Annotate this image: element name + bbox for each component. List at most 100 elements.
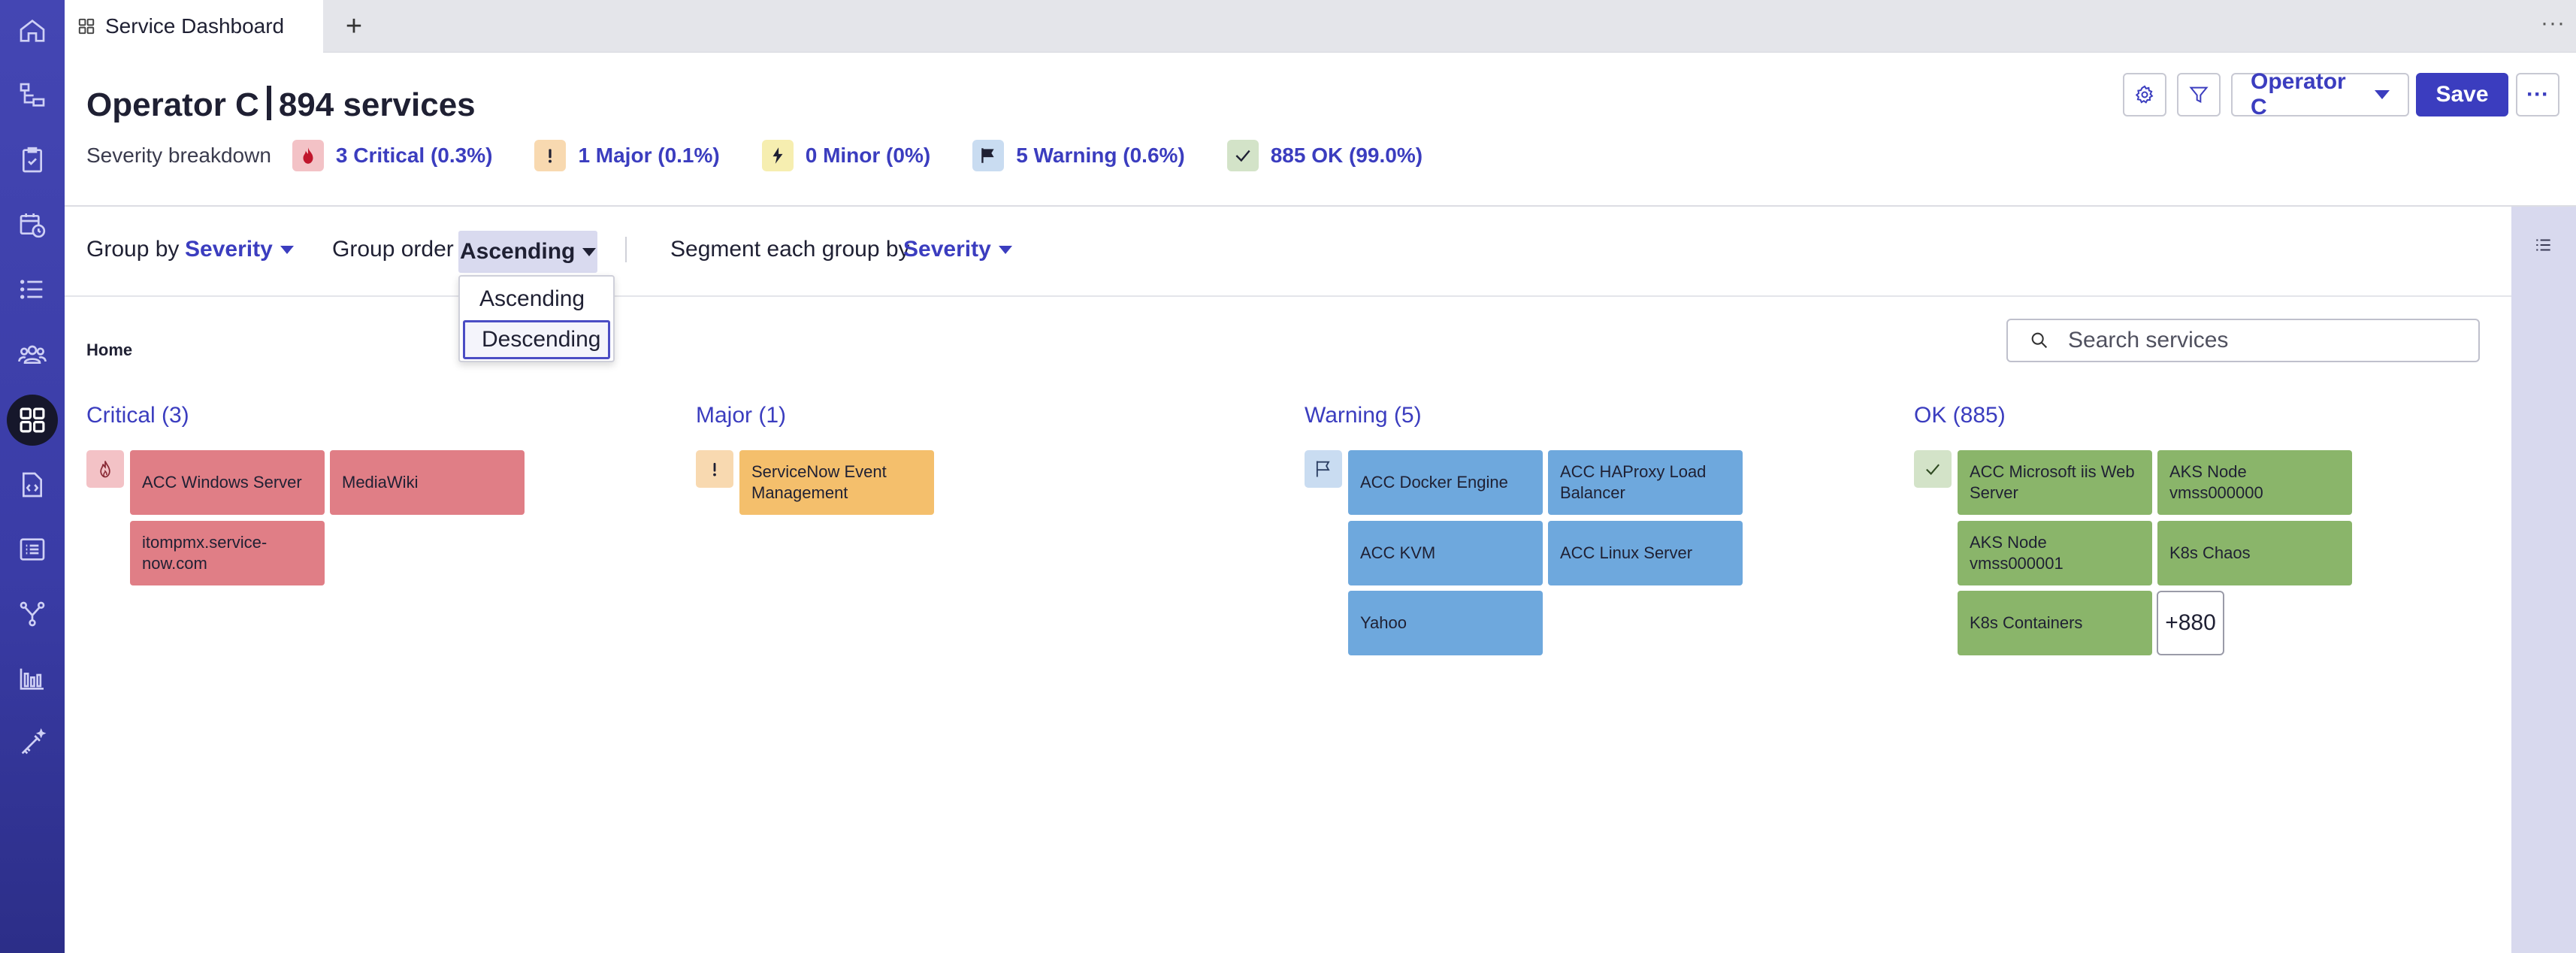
service-tile[interactable]: ACC Linux Server	[1548, 521, 1743, 585]
critical-count: 3 Critical (0.3%)	[335, 144, 493, 167]
group-critical: Critical (3) ACC Windows Server MediaWik…	[86, 403, 525, 585]
operator-button-label: Operator C	[2251, 69, 2346, 120]
tab-more-menu[interactable]: ···	[2541, 11, 2565, 36]
minor-count: 0 Minor (0%)	[805, 144, 931, 167]
save-button[interactable]: Save	[2416, 73, 2508, 116]
severity-ok[interactable]: 885 OK (99.0%)	[1226, 140, 1423, 171]
service-tile[interactable]: ACC Windows Server	[130, 450, 325, 515]
flame-icon	[292, 140, 324, 171]
check-icon	[1914, 450, 1952, 488]
home-icon[interactable]	[13, 11, 52, 50]
chevron-down-icon	[998, 245, 1012, 254]
group-by-label: Group by	[86, 237, 180, 262]
code-file-icon[interactable]	[13, 465, 52, 504]
page-header: Operator C 894 services Severity breakdow…	[65, 53, 2576, 207]
chevron-down-icon	[2375, 90, 2390, 99]
group-major: Major (1) ServiceNow Event Management	[696, 403, 934, 515]
service-tile[interactable]: ServiceNow Event Management	[739, 450, 934, 515]
group-by-select[interactable]: Severity	[185, 237, 294, 262]
calendar-clock-icon[interactable]	[13, 205, 52, 244]
branch-icon[interactable]	[13, 594, 52, 634]
magic-wand-icon[interactable]	[13, 724, 52, 763]
segment-by-select[interactable]: Severity	[903, 237, 1012, 262]
filter-icon	[2189, 86, 2209, 103]
service-count: 894 services	[278, 86, 476, 123]
service-tile[interactable]: K8s Containers	[1958, 591, 2152, 655]
clipboard-icon[interactable]	[13, 141, 52, 180]
group-title[interactable]: Critical (3)	[86, 403, 189, 433]
ok-count: 885 OK (99.0%)	[1270, 144, 1423, 167]
tab-bar: Service Dashboard + ···	[65, 0, 2576, 53]
grouping-toolbar: Group by Severity Group order Ascending …	[65, 207, 2511, 297]
exclamation-icon	[534, 140, 567, 171]
more-actions-button[interactable]: ···	[2516, 73, 2559, 116]
major-count: 1 Major (0.1%)	[578, 144, 720, 167]
option-descending[interactable]: Descending	[463, 320, 610, 359]
flame-icon	[86, 450, 124, 488]
service-tile[interactable]: ACC KVM	[1348, 521, 1543, 585]
group-order-dropdown: Ascending Descending	[458, 275, 615, 362]
group-title[interactable]: OK (885)	[1914, 403, 2006, 433]
side-panel	[2511, 207, 2576, 953]
tab-service-dashboard[interactable]: Service Dashboard	[65, 0, 323, 53]
search-icon	[2031, 332, 2048, 349]
breakdown-label: Severity breakdown	[86, 144, 271, 167]
settings-button[interactable]	[2123, 73, 2166, 116]
add-tab-button[interactable]: +	[337, 9, 371, 44]
service-tile[interactable]: ACC Docker Engine	[1348, 450, 1543, 515]
option-ascending[interactable]: Ascending	[463, 280, 610, 319]
service-tile[interactable]: K8s Chaos	[2157, 521, 2352, 585]
tab-label: Service Dashboard	[105, 14, 285, 38]
service-tile[interactable]: AKS Node vmss000000	[2157, 450, 2352, 515]
page-title: Operator C 894 services	[86, 86, 476, 124]
group-order-select[interactable]: Ascending	[458, 231, 598, 273]
search-box[interactable]	[2006, 319, 2480, 362]
severity-warning[interactable]: 5 Warning (0.6%)	[972, 140, 1185, 171]
breadcrumb[interactable]: Home	[86, 340, 132, 360]
flag-icon	[972, 140, 1005, 171]
exclamation-icon	[696, 450, 733, 488]
severity-breakdown: Severity breakdown 3 Critical (0.3%) 1 M…	[86, 139, 1465, 172]
segment-by-label: Segment each group by	[670, 237, 910, 262]
nav-rail	[0, 0, 65, 953]
operator-name: Operator C	[86, 86, 259, 123]
severity-major[interactable]: 1 Major (0.1%)	[534, 140, 720, 171]
title-divider	[266, 86, 271, 120]
panel-list-icon[interactable]	[2534, 235, 2553, 255]
service-tile[interactable]: ACC Microsoft iis Web Server	[1958, 450, 2152, 515]
dashboard-grid-icon[interactable]	[7, 395, 58, 446]
service-tile[interactable]: AKS Node vmss000001	[1958, 521, 2152, 585]
table-list-icon[interactable]	[13, 530, 52, 569]
group-order-label: Group order	[332, 237, 454, 262]
list-icon[interactable]	[13, 270, 52, 309]
dashboard-tab-icon	[78, 18, 95, 35]
users-group-icon[interactable]	[13, 334, 52, 374]
group-order-value: Ascending	[460, 239, 576, 264]
segment-by-value: Severity	[903, 237, 991, 262]
group-ok: OK (885) ACC Microsoft iis Web Server AK…	[1914, 403, 2352, 655]
chevron-down-icon	[582, 247, 597, 256]
service-tile[interactable]: MediaWiki	[330, 450, 525, 515]
group-by-value: Severity	[185, 237, 273, 262]
toolbar-divider	[625, 237, 627, 262]
service-tile[interactable]: Yahoo	[1348, 591, 1543, 655]
gear-icon	[2135, 85, 2154, 104]
hierarchy-icon[interactable]	[13, 76, 52, 115]
severity-critical[interactable]: 3 Critical (0.3%)	[292, 140, 493, 171]
bolt-icon	[761, 140, 794, 171]
flag-icon	[1305, 450, 1342, 488]
bar-chart-icon[interactable]	[13, 659, 52, 698]
group-title[interactable]: Warning (5)	[1305, 403, 1422, 433]
service-tile[interactable]: itompmx.service-now.com	[130, 521, 325, 585]
warning-count: 5 Warning (0.6%)	[1016, 144, 1185, 167]
group-warning: Warning (5) ACC Docker Engine ACC HAProx…	[1305, 403, 1743, 655]
check-icon	[1226, 140, 1259, 171]
service-tile[interactable]: ACC HAProxy Load Balancer	[1548, 450, 1743, 515]
operator-dropdown-button[interactable]: Operator C	[2231, 69, 2409, 120]
search-input[interactable]	[2068, 328, 2459, 353]
severity-minor[interactable]: 0 Minor (0%)	[761, 140, 931, 171]
filter-button[interactable]	[2177, 73, 2221, 116]
group-title[interactable]: Major (1)	[696, 403, 786, 433]
chevron-down-icon	[280, 245, 294, 254]
more-services-button[interactable]: +880	[2157, 591, 2224, 655]
